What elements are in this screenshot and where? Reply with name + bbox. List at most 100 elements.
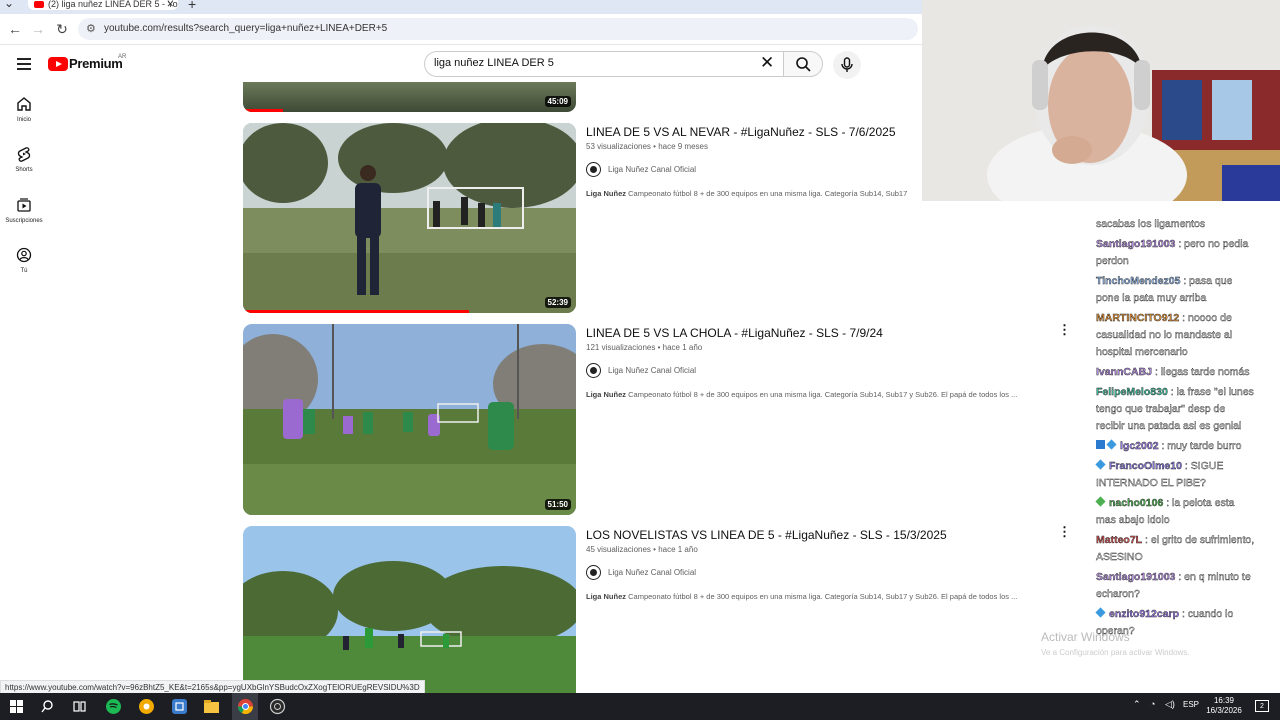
guide-menu-icon[interactable] — [12, 52, 36, 76]
network-icon[interactable]: ◔ — [1150, 699, 1155, 709]
channel-name: Liga Nuñez Canal Oficial — [608, 165, 697, 174]
soccer-field-thumbnail-image — [243, 123, 576, 313]
video-views: 45 visualizaciones — [586, 545, 651, 554]
more-actions-icon[interactable]: ⋮ — [1058, 525, 1071, 538]
chat-username: FrancoOlme10 — [1109, 460, 1182, 472]
input-language[interactable]: ESP — [1183, 700, 1199, 709]
badge-icon — [1095, 496, 1106, 507]
video-description: Liga Nuñez Campeonato fútbol 8 + de 300 … — [586, 189, 922, 198]
chat-message: FelipeMelo830 : la frase "el lunes tengo… — [1096, 384, 1256, 435]
tab-search-chevron-icon[interactable]: ⌄ — [4, 0, 14, 10]
search-icon[interactable] — [39, 698, 56, 715]
video-metadata: 45 visualizaciones • hace 1 año — [586, 545, 698, 554]
video-views: 53 visualizaciones — [586, 142, 651, 151]
video-title[interactable]: LOS NOVELISTAS VS LINEA DE 5 - #LigaNuñe… — [586, 528, 947, 542]
shorts-icon — [17, 147, 31, 162]
reload-icon[interactable]: ↻ — [53, 20, 71, 38]
tab-close-icon[interactable]: ✕ — [166, 0, 174, 9]
clock-time: 16:39 — [1213, 696, 1235, 705]
description-text: Campeonato fútbol 8 + de 300 equipos en … — [628, 189, 908, 198]
taskbar-active-app[interactable] — [232, 693, 258, 720]
address-bar[interactable]: ⚙ youtube.com/results?search_query=liga+… — [78, 18, 918, 40]
soccer-field-thumbnail-image — [243, 526, 576, 693]
file-explorer-icon[interactable] — [203, 698, 220, 715]
webcam-feed-image — [922, 0, 1280, 201]
video-metadata: 53 visualizaciones • hace 9 meses — [586, 142, 708, 151]
chat-username: FelipeMelo830 — [1096, 386, 1168, 398]
video-title[interactable]: LINEA DE 5 VS AL NEVAR - #LigaNuñez - SL… — [586, 125, 896, 139]
clock-date: 16/3/2026 — [1206, 706, 1242, 715]
video-age: hace 1 año — [658, 545, 698, 554]
forward-arrow-icon[interactable]: → — [29, 20, 47, 38]
video-title[interactable]: LINEA DE 5 VS LA CHOLA - #LigaNuñez - SL… — [586, 326, 883, 340]
notification-center-icon[interactable]: 2 — [1255, 700, 1269, 712]
more-actions-icon[interactable]: ⋮ — [1058, 323, 1071, 336]
channel-name: Liga Nuñez Canal Oficial — [608, 366, 697, 375]
subscriptions-icon — [17, 198, 31, 212]
chrome-alt-icon[interactable] — [138, 698, 155, 715]
volume-icon[interactable]: ◁) — [1165, 699, 1175, 710]
browser-toolbar: ← → ↻ ⚙ youtube.com/results?search_query… — [0, 14, 922, 45]
chat-message: IvannCABJ : llegas tarde nomás — [1096, 364, 1256, 381]
obs-icon[interactable] — [269, 698, 286, 715]
video-duration: 45:09 — [544, 96, 571, 107]
chat-username: Matteo7L — [1096, 534, 1143, 546]
activate-windows-subtitle: Ve a Configuración para activar Windows. — [1041, 648, 1190, 657]
app-icon[interactable] — [171, 698, 188, 715]
tray-chevron-icon[interactable]: ⌃ — [1133, 699, 1141, 710]
sidebar-item-you[interactable]: Tú — [0, 247, 48, 274]
channel-avatar — [586, 162, 601, 177]
back-arrow-icon[interactable]: ← — [6, 20, 24, 38]
home-icon — [17, 97, 31, 111]
sidebar-item-shorts[interactable]: Shorts — [0, 146, 48, 173]
badge-icon — [1096, 440, 1105, 449]
browser-tab[interactable]: (2) liga nuñez LINEA DER 5 - Yo ✕ — [28, 0, 178, 10]
video-duration: 52:39 — [544, 297, 571, 308]
tray-clock[interactable]: 16:39 16/3/2026 — [1204, 696, 1244, 716]
search-button[interactable] — [783, 51, 823, 77]
description-highlight: Liga Nuñez — [586, 390, 627, 399]
spotify-icon[interactable] — [105, 698, 122, 715]
video-description: Liga Nuñez Campeonato fútbol 8 + de 300 … — [586, 592, 1046, 601]
soccer-field-thumbnail-image — [243, 324, 576, 515]
chat-text: : muy tarde burro — [1161, 440, 1242, 452]
video-metadata: 121 visualizaciones • hace 1 año — [586, 343, 703, 352]
video-thumbnail[interactable]: 52:39 — [243, 123, 576, 313]
chat-message: sacabas los ligamentos — [1096, 216, 1256, 233]
chat-message: lgc2002 : muy tarde burro — [1096, 438, 1256, 455]
video-views: 121 visualizaciones — [586, 343, 656, 352]
video-description: Liga Nuñez Campeonato fútbol 8 + de 300 … — [586, 390, 1046, 399]
chat-message: Santiago191003 : pero no pedia perdon — [1096, 236, 1256, 270]
chat-text: sacabas los ligamentos — [1096, 218, 1206, 230]
voice-search-button[interactable] — [833, 51, 861, 79]
sidebar-label: Inicio — [16, 117, 31, 123]
chat-username: IvannCABJ — [1096, 366, 1153, 378]
windows-start-icon[interactable] — [8, 698, 25, 715]
logo-text: Premium — [69, 56, 123, 71]
live-chat-overlay: sacabas los ligamentos Santiago191003 : … — [1095, 216, 1256, 643]
video-thumbnail[interactable]: 45:09 — [243, 82, 576, 112]
sidebar-item-subscriptions[interactable]: Suscripciones — [0, 197, 48, 224]
task-view-icon[interactable] — [71, 698, 88, 715]
badge-icon — [1095, 607, 1106, 618]
sidebar-item-inicio[interactable]: Inicio — [0, 96, 48, 123]
new-tab-icon[interactable]: + — [188, 0, 196, 12]
you-icon — [16, 247, 32, 263]
description-text: Campeonato fútbol 8 + de 300 equipos en … — [628, 592, 1018, 601]
video-thumbnail[interactable]: 51:50 — [243, 324, 576, 515]
search-query-text: liga nuñez LINEA DER 5 — [434, 57, 554, 69]
chat-username: MARTINCITO912 — [1096, 312, 1180, 324]
site-info-icon[interactable]: ⚙ — [86, 22, 96, 35]
description-text: Campeonato fútbol 8 + de 300 equipos en … — [628, 390, 1018, 399]
clear-search-icon[interactable]: ✕ — [760, 54, 774, 72]
chat-message: Matteo7L : el grito de sufrimiento, ASES… — [1096, 532, 1256, 566]
chat-username: enzito912carp — [1109, 608, 1180, 620]
youtube-favicon-icon — [34, 1, 44, 8]
video-age: hace 1 año — [662, 343, 703, 352]
address-url: youtube.com/results?search_query=liga+nu… — [104, 23, 388, 34]
description-highlight: Liga Nuñez — [586, 592, 627, 601]
chat-message: nacho0106 : la pelota esta mas abajo ido… — [1095, 495, 1256, 529]
video-thumbnail[interactable] — [243, 526, 576, 693]
badge-icon — [1106, 439, 1117, 450]
channel-name: Liga Nuñez Canal Oficial — [608, 568, 697, 577]
